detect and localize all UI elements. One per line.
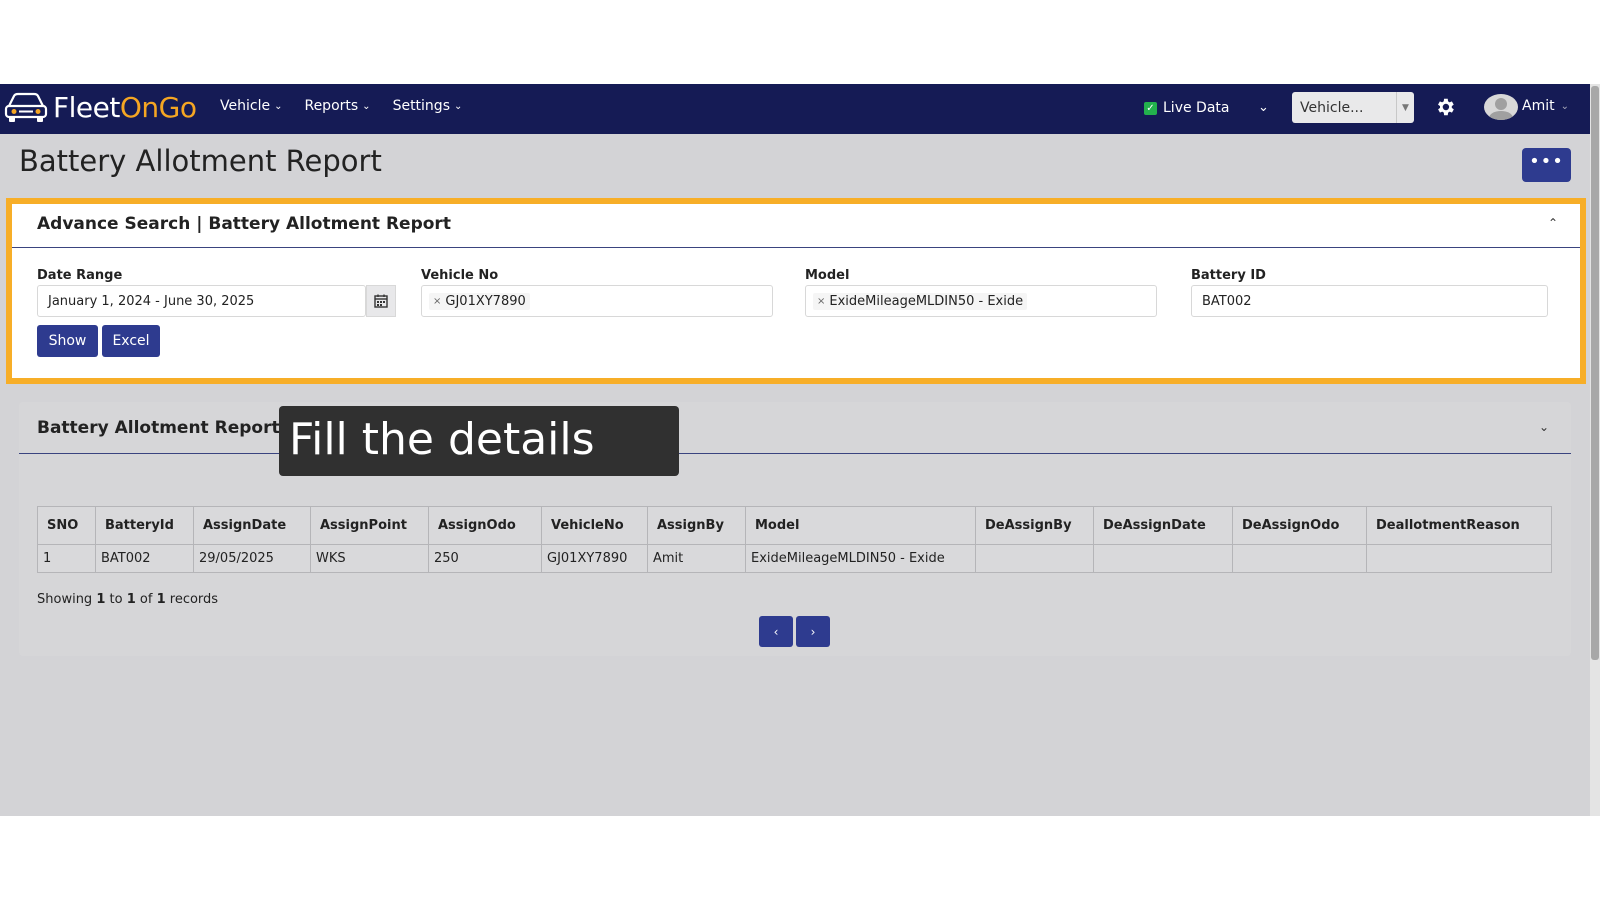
nav-item-label: Vehicle [220,98,271,114]
dropdown-arrow-icon[interactable]: ▼ [1396,92,1414,123]
column-header[interactable]: BatteryId [95,506,194,545]
logo-text-go: Go [158,90,197,124]
table-header-row: SNO BatteryId AssignDate AssignPoint Ass… [37,506,1552,545]
column-header[interactable]: DeAssignOdo [1232,506,1367,545]
remove-tag-icon[interactable]: × [817,296,825,307]
calendar-icon[interactable] [366,285,396,317]
table-cell: 250 [428,544,542,573]
summary-total: 1 [156,592,166,607]
calendar-glyph [374,294,388,308]
vehicle-select-value: Vehicle... [1300,99,1364,116]
table-cell [1093,544,1233,573]
user-name: Amit [1522,98,1555,114]
user-menu[interactable]: Amit ⌄ [1522,98,1569,114]
table-row[interactable]: 1 BAT002 29/05/2025 WKS 250 GJ01XY7890 A… [37,544,1552,573]
live-data-toggle[interactable]: ✓ Live Data [1144,100,1229,116]
report-table: SNO BatteryId AssignDate AssignPoint Ass… [37,506,1552,573]
table-cell [975,544,1094,573]
logo[interactable]: FleetOnGo [3,90,197,124]
column-header[interactable]: AssignOdo [428,506,542,545]
chevron-down-icon: ⌄ [1560,100,1569,112]
model-tag: × ExideMileageMLDIN50 - Exide [813,292,1028,310]
scrollbar[interactable] [1590,84,1600,816]
summary-text: records [169,592,219,607]
column-header[interactable]: AssignDate [193,506,311,545]
nav-item-settings[interactable]: Settings ⌄ [393,98,463,114]
tooltip: Fill the details [279,406,679,476]
table-cell: 1 [37,544,96,573]
table-cell: ExideMileageMLDIN50 - Exide [745,544,976,573]
checkbox-checked-icon[interactable]: ✓ [1144,101,1157,115]
table-cell: GJ01XY7890 [541,544,648,573]
report-card: Battery Allotment Report ⌄ SNO BatteryId… [19,402,1571,656]
column-header[interactable]: DeAssignBy [975,506,1094,545]
advance-search-title: Advance Search | Battery Allotment Repor… [37,214,451,234]
vehicle-no-label: Vehicle No [421,268,499,283]
vehicle-select[interactable]: Vehicle... ▼ [1292,92,1414,123]
summary-text: of [139,592,153,607]
date-range-input[interactable]: January 1, 2024 - June 30, 2025 [37,285,366,317]
vehicle-no-select[interactable]: × GJ01XY7890 [421,285,773,317]
logo-text-on: On [119,90,159,124]
report-title: Battery Allotment Report [37,418,280,438]
scrollbar-thumb[interactable] [1591,86,1599,660]
remove-tag-icon[interactable]: × [433,296,441,307]
table-cell [1366,544,1552,573]
page-title: Battery Allotment Report [19,144,382,178]
model-label: Model [805,268,850,283]
chevron-down-icon[interactable]: ⌄ [1258,100,1269,115]
table-cell: 29/05/2025 [193,544,311,573]
show-button[interactable]: Show [37,325,98,357]
battery-id-label: Battery ID [1191,268,1266,283]
advance-search-card: Advance Search | Battery Allotment Repor… [6,198,1586,384]
app-frame: FleetOnGo Vehicle ⌄ Reports ⌄ Settings ⌄ ✓ … [0,84,1600,816]
previous-page-button[interactable]: ‹ [759,616,793,647]
date-range-label: Date Range [37,268,123,283]
table-cell: BAT002 [95,544,194,573]
live-data-label: Live Data [1163,100,1230,116]
nav-item-reports[interactable]: Reports ⌄ [304,98,370,114]
vehicle-tag-label: GJ01XY7890 [445,293,526,309]
gear-icon[interactable] [1434,96,1456,118]
logo-text: FleetOnGo [53,90,197,124]
summary-text: Showing [37,592,93,607]
avatar[interactable] [1484,94,1518,120]
advance-search-header[interactable]: Advance Search | Battery Allotment Repor… [12,204,1580,248]
summary-from: 1 [96,592,106,607]
model-select[interactable]: × ExideMileageMLDIN50 - Exide [805,285,1157,317]
chevron-down-icon[interactable]: ⌄ [1539,420,1549,434]
chevron-down-icon: ⌄ [362,100,371,112]
column-header[interactable]: Model [745,506,976,545]
column-header[interactable]: AssignPoint [310,506,429,545]
next-page-button[interactable]: › [796,616,830,647]
battery-id-input[interactable]: BAT002 [1191,285,1548,317]
column-header[interactable]: DeallotmentReason [1366,506,1552,545]
column-header[interactable]: SNO [37,506,96,545]
excel-button[interactable]: Excel [102,325,160,357]
car-icon [4,92,48,122]
nav-menu: Vehicle ⌄ Reports ⌄ Settings ⌄ [220,98,462,114]
top-navbar: FleetOnGo Vehicle ⌄ Reports ⌄ Settings ⌄ ✓ … [0,84,1590,134]
nav-item-label: Reports [304,98,359,114]
column-header[interactable]: AssignBy [647,506,746,545]
logo-text-fleet: Fleet [53,90,120,124]
table-cell: Amit [647,544,746,573]
column-header[interactable]: DeAssignDate [1093,506,1233,545]
chevron-down-icon: ⌄ [453,100,463,112]
model-tag-label: ExideMileageMLDIN50 - Exide [829,293,1024,309]
chevron-up-icon[interactable]: ⌃ [1548,216,1558,230]
table-cell [1232,544,1367,573]
summary-to: 1 [126,592,136,607]
report-header[interactable]: Battery Allotment Report ⌄ [19,402,1571,454]
nav-item-label: Settings [392,98,450,114]
more-options-button[interactable]: ••• [1522,148,1571,182]
table-cell: WKS [310,544,429,573]
records-summary: Showing 1 to 1 of 1 records [37,592,218,607]
summary-text: to [109,592,123,607]
vehicle-tag: × GJ01XY7890 [429,292,530,310]
column-header[interactable]: VehicleNo [541,506,648,545]
chevron-down-icon: ⌄ [274,100,283,112]
nav-item-vehicle[interactable]: Vehicle ⌄ [220,98,282,114]
